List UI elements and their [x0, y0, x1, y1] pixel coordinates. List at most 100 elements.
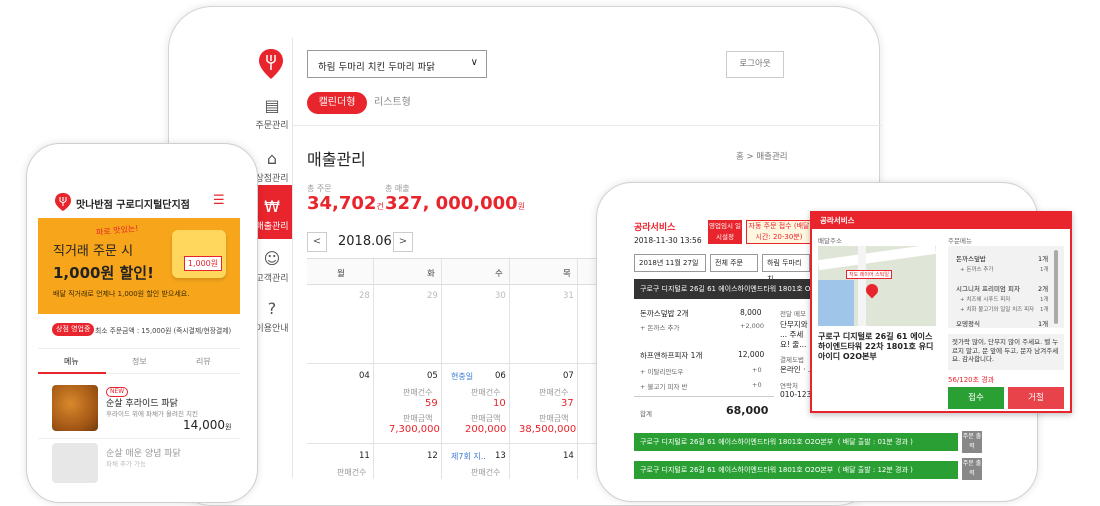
- order-item-name: 하프앤하프피자 1개: [640, 351, 703, 360]
- menu-item-image[interactable]: [52, 385, 98, 431]
- fork-pin-logo-icon: [55, 193, 71, 211]
- tab-calendar-view[interactable]: 캘린더형: [307, 92, 367, 114]
- day-cell[interactable]: 14: [563, 451, 574, 461]
- coupon-amount: 1,000원: [184, 256, 222, 271]
- delivery-address-label: 배달주소: [818, 237, 842, 245]
- accept-button[interactable]: 접수: [948, 387, 1004, 409]
- day-cell[interactable]: 06: [495, 371, 506, 381]
- elapsed-counter: 56/120초 경과: [948, 376, 995, 384]
- total-sales: 327, 000,000원: [385, 193, 525, 214]
- popup-menu-option: + 돈까스 추가: [960, 267, 994, 273]
- auto-accept-button[interactable]: 자동 주문 접수 (배달시간: 20-30분): [746, 220, 812, 244]
- breadcrumb: 홈 > 매출관리: [736, 152, 788, 162]
- tab-info[interactable]: 정보: [132, 356, 147, 367]
- won-icon: ₩: [264, 197, 280, 216]
- day-cell[interactable]: 12: [427, 451, 438, 461]
- calendar-header: 월 화 수 목: [307, 259, 597, 285]
- chevron-down-icon: ∨: [470, 57, 478, 68]
- popup-menu-item: 오뎅정식: [956, 320, 980, 327]
- sidebar-item-customers[interactable]: ☺ 고객관리: [252, 249, 292, 285]
- pause-button[interactable]: 영업임시 일시설정: [708, 220, 742, 244]
- popup-menu-option-qty: 1개: [1040, 297, 1049, 303]
- price-value: 14,000: [183, 418, 225, 432]
- popup-menu-option: + 치화 불고기와 일일 치즈 피자: [960, 307, 1035, 313]
- date-select[interactable]: 2018년 11월 27일: [634, 254, 706, 272]
- reject-button[interactable]: 거절: [1008, 387, 1064, 409]
- weekday-wed: 수: [495, 269, 503, 279]
- day-cell[interactable]: 05: [427, 371, 438, 381]
- map-label: 지도 레이어 스틱일: [846, 270, 892, 279]
- amount-label: 판매금액: [539, 414, 569, 423]
- sidebar-item-help[interactable]: ? 이용안내: [252, 300, 292, 335]
- count-label: 판매건수: [539, 388, 569, 397]
- sidebar-label: 매출관리: [255, 222, 289, 232]
- banner-headline-2: 1,000원 할인!: [53, 264, 154, 282]
- popup-menu-item: 시그니처 프리미엄 피자: [956, 285, 1020, 293]
- day-cell[interactable]: 04: [359, 371, 370, 381]
- calendar-gridline: [307, 363, 597, 364]
- sidebar-label: 이용안내: [255, 324, 289, 334]
- price-unit: 원: [225, 423, 232, 431]
- store-select-value: 하림 두마리 치킨 두마리 파닭: [318, 62, 435, 73]
- delivery-status-bar[interactable]: 구로구 디지털로 26길 61 에이스하이엔드타워 1801호 O2O본부 ( …: [634, 461, 958, 479]
- page-title: 매출관리: [307, 150, 366, 169]
- popup-menu-qty: 1개: [1038, 320, 1049, 327]
- day-cell[interactable]: 07: [563, 371, 574, 381]
- sidebar-item-sales[interactable]: ₩ 매출관리: [252, 197, 292, 233]
- fork-pin-logo-icon: [259, 49, 283, 79]
- calendar-gridline: [509, 259, 510, 479]
- next-month-button[interactable]: >: [393, 232, 413, 252]
- logout-button[interactable]: 로그아웃: [726, 51, 784, 78]
- day-cell[interactable]: 31: [563, 291, 574, 301]
- amount-label: 판매금액: [471, 414, 501, 423]
- delivery-address: 구로구 디지털로 26길 61 에이스하이엔드타워 22차 1801호 유디아이…: [818, 332, 934, 361]
- amount-value: 38,500,000: [519, 424, 577, 435]
- prev-month-button[interactable]: <: [307, 232, 327, 252]
- print-order-button[interactable]: 주문 출력: [962, 431, 982, 453]
- day-cell[interactable]: 30: [495, 291, 506, 301]
- contact-label: 연락처: [780, 382, 798, 390]
- day-cell[interactable]: 11: [359, 451, 370, 461]
- sidebar-item-orders[interactable]: ▤ 주문관리: [252, 97, 292, 132]
- amount-label: 판매금액: [403, 414, 433, 423]
- menu-item-image-placeholder[interactable]: [52, 443, 98, 483]
- sales-calendar: 월 화 수 목 28 29 30 31 04 05 현충일 06 07 판매건수…: [307, 258, 597, 479]
- order-address-bar[interactable]: 구로구 디지털로 26길 61 에이스하이엔드타워 1801호 O2: [634, 279, 810, 299]
- current-month: 2018.06: [338, 234, 392, 249]
- count-label: 판매건수: [337, 468, 367, 477]
- calendar-gridline: [441, 259, 442, 479]
- calendar-gridline: [307, 443, 597, 444]
- total-label: 합계: [640, 410, 652, 418]
- count-label: 판매건수: [471, 468, 501, 477]
- memo-label: 전달 메모: [780, 310, 806, 318]
- count-value: 10: [493, 398, 506, 409]
- order-item-option-price: +0: [752, 366, 762, 374]
- total-sales-value: 327, 000,000: [385, 193, 518, 214]
- delivery-status-bar[interactable]: 구로구 디지털로 26길 61 에이스하이엔드타워 1801호 O2O본부 ( …: [634, 433, 958, 451]
- branch-select[interactable]: 하림 두마리 치: [762, 254, 810, 283]
- day-cell[interactable]: 13: [495, 451, 506, 461]
- calendar-gridline: [373, 259, 374, 479]
- print-order-button[interactable]: 주문 출력: [962, 458, 982, 480]
- store-title: 맛나반점 구로디지털단지점: [76, 200, 190, 211]
- order-item-option: + 불고기 피자 반: [640, 383, 688, 391]
- tab-review[interactable]: 리뷰: [196, 356, 211, 367]
- tab-list-view[interactable]: 리스트형: [374, 92, 422, 114]
- delivery-address: 구로구 디지털로 26길 61 에이스하이엔드타워 1801호 O2O본부: [640, 466, 834, 474]
- order-item-price: 12,000: [738, 350, 765, 359]
- hamburger-menu-icon[interactable]: ☰: [213, 194, 225, 207]
- smile-icon: ☺: [263, 249, 281, 268]
- tab-menu[interactable]: 메뉴: [64, 356, 79, 367]
- scrollbar[interactable]: [1054, 250, 1058, 324]
- weekday-thu: 목: [563, 269, 571, 279]
- sidebar-label: 주문관리: [255, 121, 289, 131]
- order-filter-select[interactable]: 전체 주문: [710, 254, 758, 272]
- sidebar-item-store[interactable]: ⌂ 상점관리: [252, 150, 292, 185]
- store-select[interactable]: 하림 두마리 치킨 두마리 파닭 ∨: [307, 50, 487, 78]
- calendar-gridline: [577, 259, 578, 479]
- total-orders: 34,702건: [307, 193, 384, 214]
- list-divider: [38, 438, 240, 439]
- day-cell[interactable]: 28: [359, 291, 370, 301]
- day-cell[interactable]: 29: [427, 291, 438, 301]
- popup-menu-option: + 치즈에 시푸드 피자: [960, 297, 1011, 303]
